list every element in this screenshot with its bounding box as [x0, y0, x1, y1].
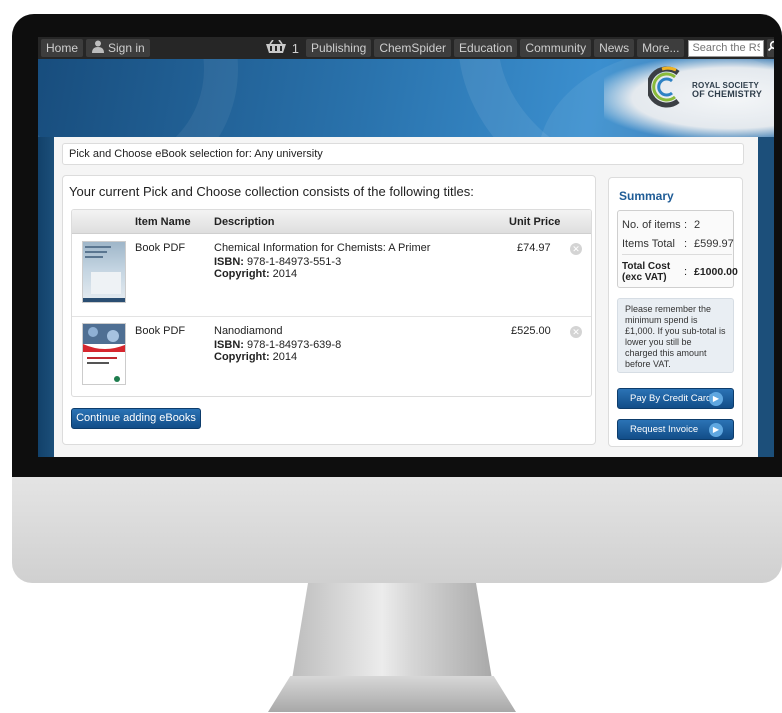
isbn-label: ISBN: [214, 339, 244, 351]
table-row: Book PDF Nanodiamond ISBN: 978-1-84973-6… [72, 316, 591, 396]
user-icon [91, 39, 105, 58]
sign-in-label: Sign in [108, 41, 145, 55]
items-total-row: Items Total : £599.97 [622, 238, 734, 255]
item-name: Book PDF [135, 325, 186, 337]
remove-item-button[interactable]: ✕ [570, 243, 582, 255]
rsc-logo-icon [646, 65, 688, 114]
nav-news[interactable]: News [594, 39, 635, 57]
copyright-label: Copyright: [214, 351, 270, 363]
arrow-right-icon: ▶ [709, 392, 723, 406]
nav-publishing[interactable]: Publishing [305, 39, 372, 57]
header-item-name: Item Name [135, 216, 191, 228]
browser-screen: Home Sign in 1 Publishing ChemSpider Edu… [38, 37, 774, 457]
table-row: Book PDF Chemical Information for Chemis… [72, 234, 591, 316]
item-description: Nanodiamond ISBN: 978-1-84973-639-8 Copy… [214, 325, 474, 363]
search-button[interactable] [767, 39, 774, 57]
basket-count: 1 [291, 40, 299, 56]
nav-more[interactable]: More... [637, 39, 685, 57]
items-count-label: No. of items [622, 219, 681, 231]
monitor-stand-base [268, 676, 516, 712]
rsc-logo-text: ROYAL SOCIETY OF CHEMISTRY [692, 80, 763, 99]
items-table: Item Name Description Unit Price Book PD… [71, 209, 592, 397]
continue-adding-button[interactable]: Continue adding eBooks [71, 408, 201, 429]
nav-education[interactable]: Education [454, 39, 518, 57]
summary-title: Summary [619, 189, 674, 203]
monitor: Home Sign in 1 Publishing ChemSpider Edu… [0, 0, 782, 713]
header-description: Description [214, 216, 275, 228]
isbn-value: 978-1-84973-639-8 [247, 339, 342, 351]
table-header: Item Name Description Unit Price [72, 210, 591, 234]
pay-label: Pay By Credit Card [630, 393, 712, 404]
request-invoice-button[interactable]: Request Invoice ▶ [617, 419, 734, 440]
unit-price: £525.00 [511, 325, 551, 337]
collection-title: Your current Pick and Choose collection … [69, 184, 474, 199]
isbn-label: ISBN: [214, 256, 244, 268]
basket-icon [264, 39, 288, 57]
header-unit-price: Unit Price [509, 216, 561, 228]
book-cover[interactable] [82, 323, 126, 385]
copyright-value: 2014 [272, 268, 298, 280]
nav-chemspider[interactable]: ChemSpider [374, 39, 452, 57]
search-icon [767, 39, 774, 57]
collection-panel: Your current Pick and Choose collection … [62, 175, 596, 445]
total-cost-row: Total Cost (exc VAT) : £1000.00 [622, 261, 738, 283]
monitor-chin [12, 477, 782, 583]
invoice-label: Request Invoice [630, 424, 699, 435]
search-input[interactable] [688, 39, 765, 57]
monitor-stand [292, 583, 492, 679]
item-description: Chemical Information for Chemists: A Pri… [214, 242, 474, 280]
unit-price: £74.97 [517, 242, 551, 254]
top-nav: Home Sign in 1 Publishing ChemSpider Edu… [38, 37, 774, 59]
basket-button[interactable]: 1 [260, 39, 303, 57]
total-cost-value: £1000.00 [694, 266, 738, 278]
arrow-right-icon: ▶ [709, 423, 723, 437]
item-title[interactable]: Chemical Information for Chemists: A Pri… [214, 242, 474, 254]
remove-item-button[interactable]: ✕ [570, 326, 582, 338]
nav-community[interactable]: Community [520, 39, 592, 57]
pay-by-credit-card-button[interactable]: Pay By Credit Card ▶ [617, 388, 734, 409]
selection-bar: Pick and Choose eBook selection for: Any… [62, 143, 744, 165]
minimum-spend-note: Please remember the minimum spend is £1,… [617, 298, 734, 373]
header-banner: ROYAL SOCIETY OF CHEMISTRY [38, 59, 774, 137]
summary-totals: No. of items : 2 Items Total : £599.97 T… [617, 210, 738, 288]
summary-panel: Summary No. of items : 2 Items Total : £… [608, 177, 743, 447]
close-icon: ✕ [572, 327, 580, 337]
isbn-value: 978-1-84973-551-3 [247, 256, 342, 268]
close-icon: ✕ [572, 244, 580, 254]
items-count-value: 2 [694, 219, 701, 231]
nav-home[interactable]: Home [41, 39, 84, 57]
copyright-label: Copyright: [214, 268, 270, 280]
nav-sign-in[interactable]: Sign in [86, 39, 150, 57]
total-cost-label: Total Cost (exc VAT) [622, 261, 671, 283]
rsc-logo[interactable]: ROYAL SOCIETY OF CHEMISTRY [646, 65, 763, 114]
items-total-label: Items Total [622, 238, 675, 250]
copyright-value: 2014 [272, 351, 298, 363]
book-cover[interactable] [82, 241, 126, 303]
item-name: Book PDF [135, 242, 186, 254]
items-total-value: £599.97 [694, 238, 734, 250]
item-title[interactable]: Nanodiamond [214, 325, 474, 337]
items-count-row: No. of items : 2 [622, 219, 701, 231]
